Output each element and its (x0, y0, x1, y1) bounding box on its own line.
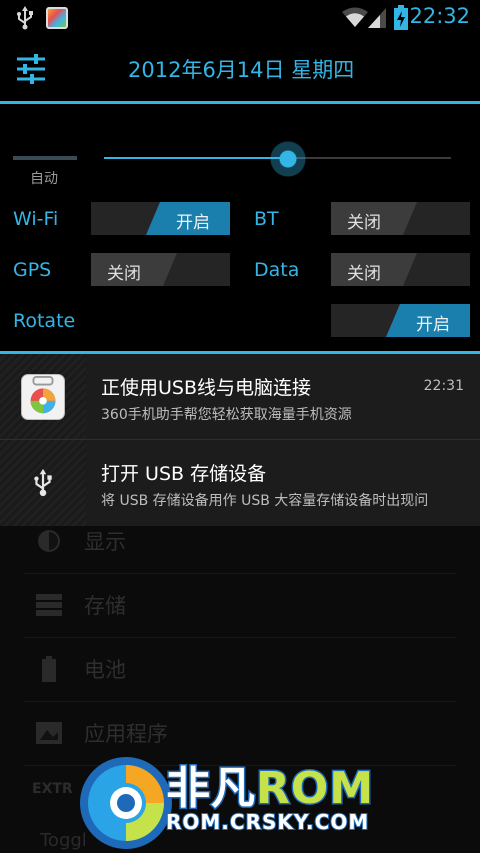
data-toggle[interactable]: 关闭 (331, 253, 470, 286)
quick-settings-panel: 自动 Wi-Fi 开启 BT 关闭 GPS 关闭 Data 关闭 Rotate … (0, 104, 480, 351)
notification-subtitle: 将 USB 存储设备用作 USB 大容量存储设备时出现问 (101, 493, 429, 509)
gps-toggle[interactable]: 关闭 (91, 253, 230, 286)
wifi-label: Wi-Fi (13, 208, 59, 230)
tune-sliders-icon[interactable] (16, 54, 46, 84)
watermark-brand-part1: 非凡 (165, 762, 257, 816)
usb-icon (17, 6, 33, 30)
rotate-toggle[interactable]: 开启 (331, 304, 470, 337)
bt-label: BT (254, 208, 279, 230)
usb-icon (34, 468, 52, 497)
wifi-icon (342, 7, 368, 27)
bt-toggle[interactable]: 关闭 (331, 202, 470, 235)
notification-title: 正使用USB线与电脑连接 (101, 377, 312, 399)
notification-header: 2012年6月14日 星期四 (0, 36, 480, 102)
settings-item-label: 应用程序 (84, 722, 168, 746)
bt-toggle-state: 关闭 (347, 213, 381, 233)
notification-icon-area (0, 354, 86, 440)
brightness-slider-thumb[interactable] (269, 141, 306, 177)
watermark-brand: 非凡ROM (165, 752, 375, 816)
rotate-toggle-state: 开启 (416, 315, 450, 335)
auto-brightness-label[interactable]: 自动 (30, 168, 58, 188)
auto-brightness-indicator (13, 156, 77, 160)
settings-item-label: 显示 (84, 530, 126, 554)
gps-toggle-state: 关闭 (107, 264, 141, 284)
settings-item-storage: 存储 (24, 574, 456, 638)
brightness-icon (38, 530, 60, 552)
battery-icon (42, 656, 56, 682)
settings-item-label: 存储 (84, 594, 126, 618)
settings-section-header: EXTR (32, 781, 73, 797)
wifi-toggle[interactable]: 开启 (91, 202, 230, 235)
settings-item-display: 显示 (24, 510, 456, 574)
battery-charging-icon (394, 5, 408, 30)
data-label: Data (254, 259, 300, 281)
storage-icon (36, 594, 62, 616)
wifi-toggle-state: 开启 (176, 213, 210, 233)
status-bar: 22:32 (0, 0, 480, 36)
rotate-label: Rotate (13, 310, 76, 332)
apps-icon (36, 722, 62, 744)
app-360-icon (46, 7, 68, 29)
gps-label: GPS (13, 259, 52, 281)
data-toggle-state: 关闭 (347, 264, 381, 284)
notification-time: 22:31 (423, 378, 464, 394)
watermark-brand-part2: ROM (254, 762, 375, 816)
settings-item-battery: 电池 (24, 638, 456, 702)
settings-item-label: 电池 (84, 658, 126, 682)
status-time: 22:32 (409, 4, 470, 28)
notification-title: 打开 USB 存储设备 (101, 463, 267, 485)
notification-subtitle: 360手机助手帮您轻松获取海量手机资源 (101, 407, 352, 423)
app-360-icon (21, 374, 65, 420)
watermark-domain: ROM.CRSKY.COM (165, 809, 370, 835)
header-date[interactable]: 2012年6月14日 星期四 (128, 54, 354, 84)
signal-icon (368, 8, 386, 28)
notification-usb-connected[interactable]: 正使用USB线与电脑连接 22:31 360手机助手帮您轻松获取海量手机资源 (0, 354, 480, 440)
brightness-slider-fill (104, 157, 288, 159)
